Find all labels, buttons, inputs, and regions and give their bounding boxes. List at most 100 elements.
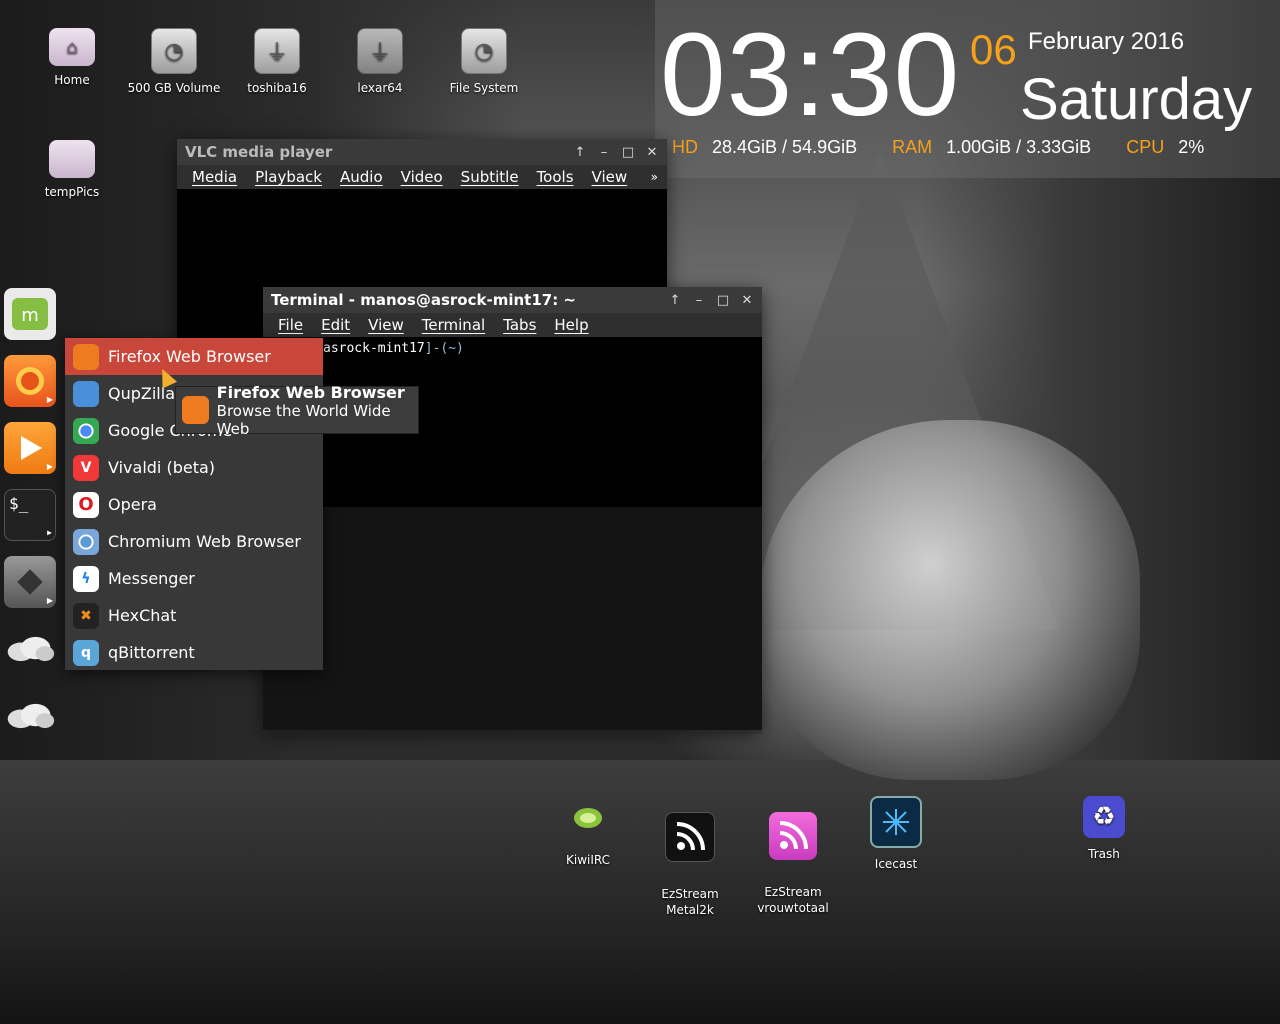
- terminal-transparent-area: [263, 507, 762, 734]
- dock-arrow-icon: ▶: [46, 596, 53, 605]
- clock-time: 03:30: [660, 9, 961, 141]
- terminal-menu-file[interactable]: File: [269, 316, 312, 334]
- kiwi-icon: [564, 796, 612, 844]
- opera-icon: O: [73, 491, 99, 518]
- vlc-menu-view[interactable]: View: [583, 168, 637, 186]
- vlc-menu-tools[interactable]: Tools: [528, 168, 583, 186]
- desktop-icon-trash[interactable]: ♻ Trash: [1052, 796, 1156, 862]
- menu-item-label: Chromium Web Browser: [108, 532, 301, 551]
- vlc-menu-audio[interactable]: Audio: [331, 168, 392, 186]
- desktop-icon-icecast[interactable]: Icecast: [844, 796, 948, 872]
- trash-recycle-icon: ♻: [1083, 796, 1125, 838]
- menu-item-opera[interactable]: O Opera: [65, 486, 323, 523]
- desktop-icon-home[interactable]: ⌂ Home: [20, 28, 124, 88]
- menu-item-firefox[interactable]: Firefox Web Browser: [65, 338, 323, 375]
- vivaldi-icon: V: [73, 454, 99, 481]
- desktop-icon-label: KiwiIRC: [565, 853, 610, 867]
- terminal-close-button[interactable]: ✕: [740, 293, 754, 308]
- terminal-prompt-path: ]-(~): [424, 341, 464, 356]
- ram-value: 1.00GiB / 3.33GiB: [946, 137, 1092, 157]
- desktop-icon-ezstream-metal2k[interactable]: EzStream Metal2k: [638, 796, 742, 918]
- rss-feed-icon: [665, 812, 715, 862]
- terminal-icon[interactable]: $_ ▶: [4, 489, 56, 541]
- terminal-raise-button[interactable]: ↑: [668, 293, 682, 308]
- ram-label: RAM: [892, 137, 933, 157]
- desktop-icon-ezstream-vrouwtotaal[interactable]: EzStream vrouwtotaal: [741, 796, 845, 916]
- clock-month-year: February 2016: [1028, 28, 1185, 55]
- terminal-minimize-button[interactable]: –: [692, 293, 706, 308]
- menu-item-label: Opera: [108, 495, 157, 514]
- terminal-menu-view[interactable]: View: [359, 316, 413, 334]
- terminal-menu-tabs[interactable]: Tabs: [494, 316, 545, 334]
- hexchat-icon: ✖: [73, 602, 99, 629]
- desktop-icon-500gb-volume[interactable]: ◔ 500 GB Volume: [122, 28, 226, 96]
- cpu-value: 2%: [1178, 137, 1205, 157]
- drive-icon: ◔: [461, 28, 507, 74]
- desktop-icon-label: EzStream Metal2k: [661, 887, 719, 917]
- menu-item-label: HexChat: [108, 606, 177, 625]
- vlc-minimize-button[interactable]: –: [597, 145, 611, 160]
- terminal-menu-help[interactable]: Help: [545, 316, 597, 334]
- tooltip-subtitle: Browse the World Wide Web: [216, 401, 391, 438]
- menu-item-label: Messenger: [108, 569, 195, 588]
- dock-arrow-icon: ▶: [46, 395, 53, 404]
- vlc-raise-button[interactable]: ↑: [573, 145, 587, 160]
- vlc-menu-overflow[interactable]: »: [642, 170, 667, 184]
- media-player-icon[interactable]: ▶: [4, 422, 56, 474]
- vlc-titlebar[interactable]: VLC media player ↑ – □ ✕: [177, 139, 667, 165]
- vlc-menu-video[interactable]: Video: [392, 168, 452, 186]
- vlc-menubar: Media Playback Audio Video Subtitle Tool…: [177, 165, 667, 189]
- mint-menu-icon[interactable]: m: [4, 288, 56, 340]
- vlc-close-button[interactable]: ✕: [645, 145, 659, 160]
- terminal-maximize-button[interactable]: □: [716, 293, 730, 308]
- weather-cloud-icon[interactable]: [4, 690, 56, 742]
- desktop-icon-label: lexar64: [357, 81, 403, 95]
- terminal-menubar: File Edit View Terminal Tabs Help: [263, 313, 762, 337]
- chromium-icon: [73, 528, 99, 555]
- desktop-icon-label: Home: [54, 73, 90, 87]
- terminal-window[interactable]: Terminal - manos@asrock-mint17: ~ ↑ – □ …: [263, 287, 762, 734]
- menu-item-label: Vivaldi (beta): [108, 458, 216, 477]
- vlc-menu-media[interactable]: Media: [183, 168, 246, 186]
- clock-weekday: Saturday: [1020, 67, 1253, 132]
- menu-item-hexchat[interactable]: ✖ HexChat: [65, 597, 323, 634]
- system-stats: HD 28.4GiB / 54.9GiB RAM 1.00GiB / 3.33GiB…: [672, 137, 1204, 158]
- menu-item-label: Firefox Web Browser: [108, 347, 271, 366]
- desktop-icon-label: Icecast: [874, 857, 918, 871]
- weather-cloud-icon[interactable]: [4, 623, 56, 675]
- vlc-menu-playback[interactable]: Playback: [246, 168, 331, 186]
- cpu-label: CPU: [1126, 137, 1165, 157]
- desktop-icon-file-system[interactable]: ◔ File System: [432, 28, 536, 96]
- terminal-titlebar[interactable]: Terminal - manos@asrock-mint17: ~ ↑ – □ …: [263, 287, 762, 313]
- desktop-icon-temppics[interactable]: tempPics: [20, 140, 124, 200]
- desktop-icon-kiwiirc[interactable]: KiwiIRC: [536, 796, 640, 868]
- desktop-icon-toshiba16[interactable]: ⏚ toshiba16: [225, 28, 329, 96]
- menu-item-messenger[interactable]: ϟ Messenger: [65, 560, 323, 597]
- messenger-icon: ϟ: [73, 565, 99, 592]
- menu-item-label: qBittorrent: [108, 643, 195, 662]
- vlc-maximize-button[interactable]: □: [621, 145, 635, 160]
- menu-item-chromium[interactable]: Chromium Web Browser: [65, 523, 323, 560]
- dock-arrow-icon: ▶: [46, 462, 53, 471]
- desktop-icon-label: tempPics: [44, 185, 100, 199]
- menu-item-vivaldi[interactable]: V Vivaldi (beta): [65, 449, 323, 486]
- wallpaper-wolf: [760, 420, 1140, 780]
- firefox-icon[interactable]: ▶: [4, 355, 56, 407]
- desktop-icon-label: 500 GB Volume: [127, 81, 221, 95]
- firefox-icon: [182, 396, 209, 424]
- files-folder-icon[interactable]: ▶: [4, 556, 56, 608]
- usb-icon: ⏚: [254, 28, 300, 74]
- svg-text:m: m: [21, 305, 39, 326]
- terminal-menu-terminal[interactable]: Terminal: [413, 316, 494, 334]
- desktop-icon-lexar64[interactable]: ⏚ lexar64: [328, 28, 432, 96]
- qupzilla-icon: [73, 380, 99, 407]
- tooltip-title: Firefox Web Browser: [216, 382, 405, 402]
- terminal-title: Terminal - manos@asrock-mint17: ~: [271, 291, 576, 309]
- vlc-title: VLC media player: [185, 143, 333, 161]
- menu-item-qbittorrent[interactable]: q qBittorrent: [65, 634, 323, 671]
- terminal-menu-edit[interactable]: Edit: [312, 316, 359, 334]
- vlc-menu-subtitle[interactable]: Subtitle: [452, 168, 528, 186]
- desktop-icon-label: Trash: [1088, 847, 1120, 861]
- usb-icon: ⏚: [357, 28, 403, 74]
- terminal-prompt-host: asrock-mint17: [323, 341, 425, 356]
